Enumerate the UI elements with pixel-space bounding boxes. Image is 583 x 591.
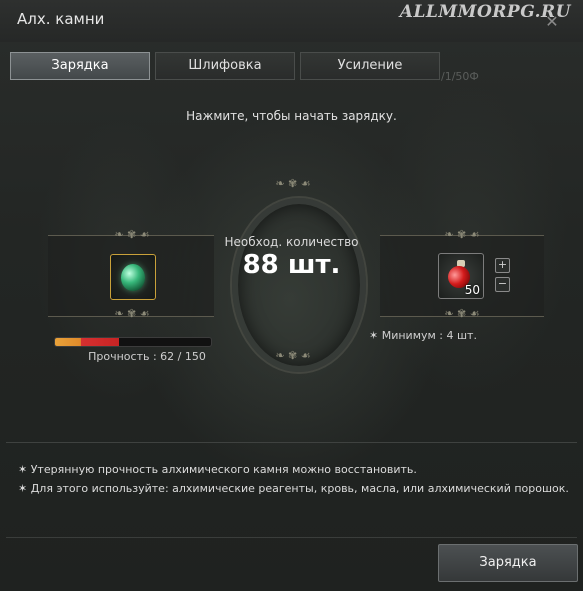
decrease-quantity-button[interactable]: −	[495, 277, 510, 292]
durability-bar-fill	[55, 338, 119, 346]
ornate-frame	[232, 198, 366, 372]
notes-list: ✶ Утерянную прочность алхимического камн…	[18, 463, 569, 501]
background-text: /1/50Ф	[441, 70, 479, 83]
instruction-text: Нажмите, чтобы начать зарядку.	[186, 109, 397, 123]
durability-bar	[54, 337, 212, 347]
material-slot[interactable]: 50	[438, 253, 484, 299]
required-quantity-label: Необход. количество	[224, 235, 359, 249]
increase-quantity-button[interactable]: +	[495, 258, 510, 273]
tab-polish[interactable]: Шлифовка	[155, 52, 295, 80]
window-title: Алх. камни	[17, 10, 105, 28]
alchemy-stone-slot[interactable]	[110, 254, 156, 300]
ornament-icon: ❧ ✾ ☙	[444, 307, 480, 320]
note-item: ✶ Утерянную прочность алхимического камн…	[18, 463, 417, 476]
alchemy-stone-icon	[121, 264, 145, 291]
ornament-icon: ❧ ✾ ☙	[114, 307, 150, 320]
minimum-quantity-text: ✶ Минимум : 4 шт.	[369, 329, 477, 342]
note-item: ✶ Для этого используйте: алхимические ре…	[18, 482, 569, 495]
tab-enhance[interactable]: Усиление	[300, 52, 440, 80]
tab-charge[interactable]: Зарядка	[10, 52, 150, 80]
footer-divider	[6, 537, 577, 538]
ornament-icon: ❧ ✾ ☙	[275, 349, 311, 362]
charge-button[interactable]: Зарядка	[438, 544, 578, 582]
ornament-icon: ❧ ✾ ☙	[275, 177, 311, 190]
material-count: 50	[464, 283, 480, 297]
window-titlebar: Алх. камни ALLMMORPG.RU ✕	[0, 0, 583, 42]
close-icon[interactable]: ✕	[544, 14, 560, 30]
divider	[6, 442, 577, 443]
durability-text: Прочность : 62 / 150	[88, 350, 206, 363]
